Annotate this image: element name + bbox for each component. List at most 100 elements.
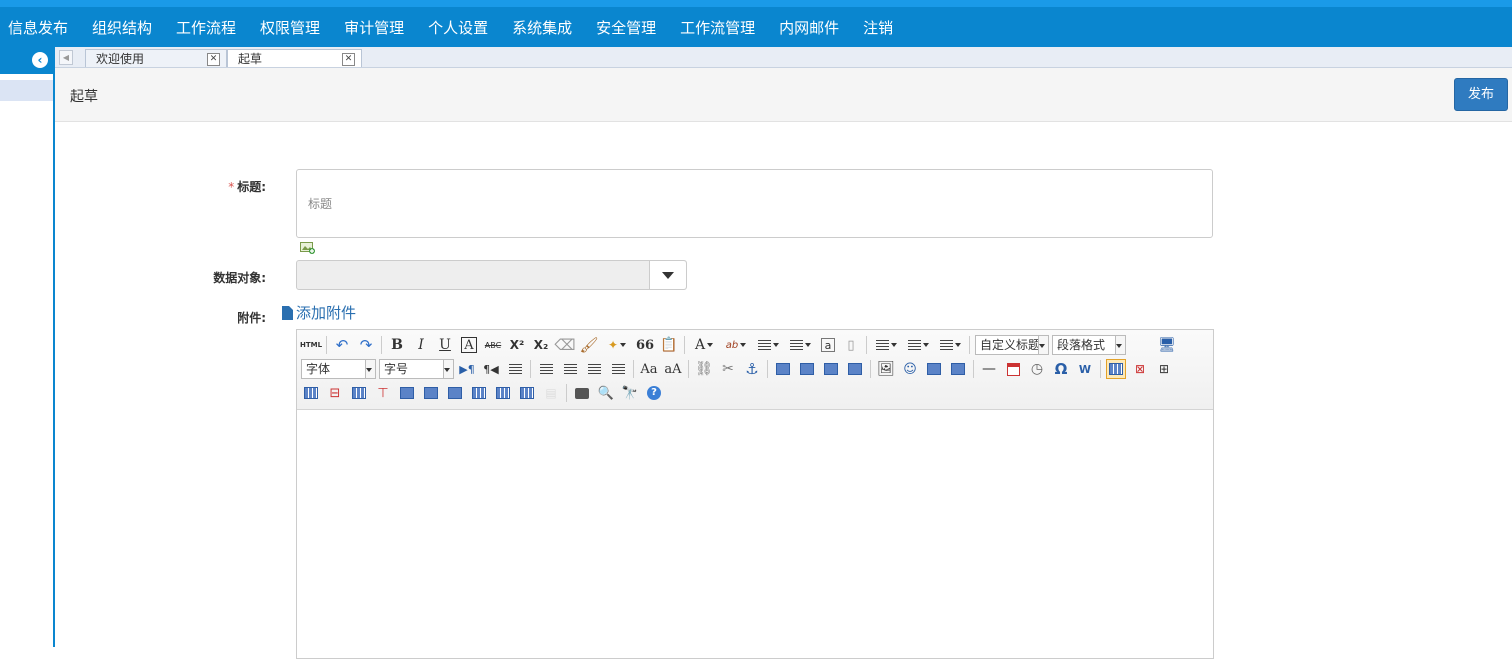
tab-scroll-left-icon[interactable]: ◀ — [59, 50, 73, 65]
font-family-select[interactable]: 字体 — [301, 359, 376, 379]
uppercase-icon[interactable]: Aa — [639, 359, 659, 379]
help-icon[interactable]: ? — [644, 383, 664, 403]
nav-item-workflow-management[interactable]: 工作流管理 — [672, 17, 763, 38]
blockquote-button[interactable]: 66 — [635, 335, 655, 355]
ordered-list-icon[interactable] — [754, 335, 782, 355]
redo-icon[interactable]: ↷ — [356, 335, 376, 355]
nav-item-audit[interactable]: 审计管理 — [336, 17, 412, 38]
text-box-icon[interactable]: a — [821, 338, 835, 352]
strikethrough-button[interactable]: ABC — [483, 335, 503, 355]
word-image-icon[interactable]: W — [1075, 359, 1095, 379]
image-float-left-icon[interactable] — [797, 359, 817, 379]
merge-right-icon[interactable] — [421, 383, 441, 403]
nav-item-intranet-mail[interactable]: 内网邮件 — [771, 17, 847, 38]
custom-title-select[interactable]: 自定义标题 — [975, 335, 1049, 355]
special-char-button[interactable]: Ω — [1051, 359, 1071, 379]
align-left-icon[interactable] — [536, 359, 556, 379]
highlight-color-icon[interactable]: ab — [722, 335, 750, 355]
link-icon[interactable]: ⛓ — [694, 359, 714, 379]
align-center-icon[interactable] — [560, 359, 580, 379]
unordered-list-icon[interactable] — [786, 335, 814, 355]
superscript-button[interactable]: X² — [507, 335, 527, 355]
toolbar-separator — [767, 360, 768, 378]
preview-icon[interactable]: 🔍 — [596, 383, 616, 403]
split-cols-icon[interactable] — [517, 383, 537, 403]
editor-content-area[interactable] — [297, 410, 1213, 658]
align-right-icon[interactable] — [584, 359, 604, 379]
paste-text-icon[interactable]: 📋 — [659, 335, 679, 355]
image-float-none-icon[interactable] — [773, 359, 793, 379]
font-size-text: 字号 — [384, 362, 409, 376]
font-color-button[interactable]: A — [690, 335, 718, 355]
tab-welcome-label: 欢迎使用 — [96, 52, 145, 66]
nav-item-info-publish[interactable]: 信息发布 — [0, 17, 76, 38]
image-float-right-icon[interactable] — [821, 359, 841, 379]
insert-table-icon[interactable] — [1106, 359, 1126, 379]
bold-button[interactable]: B — [387, 335, 407, 355]
unlink-icon[interactable]: ✂ — [718, 359, 738, 379]
insert-col-icon[interactable] — [349, 383, 369, 403]
format-brush-icon[interactable]: 🖌 — [579, 335, 599, 355]
nav-item-security[interactable]: 安全管理 — [588, 17, 664, 38]
collapse-sidebar-icon[interactable]: ‹ — [32, 52, 48, 68]
merge-cells-icon[interactable] — [397, 383, 417, 403]
add-attachment-link[interactable]: 添加附件 — [282, 302, 356, 323]
attachment-icon[interactable] — [948, 359, 968, 379]
row-spacing-bottom-icon[interactable] — [904, 335, 932, 355]
align-justify-icon[interactable] — [608, 359, 628, 379]
nav-item-workflow[interactable]: 工作流程 — [168, 17, 244, 38]
clock-icon[interactable]: ◷ — [1027, 359, 1047, 379]
split-rows-icon[interactable] — [493, 383, 513, 403]
table-properties-icon[interactable]: ⊞ — [1154, 359, 1174, 379]
indent-icon[interactable] — [505, 359, 525, 379]
fullscreen-icon[interactable]: 🖥 — [1157, 335, 1177, 355]
merge-down-icon[interactable] — [445, 383, 465, 403]
tab-draft[interactable]: 起草 ✕ — [227, 49, 362, 67]
sidebar-selected-item[interactable] — [0, 80, 53, 101]
direction-ltr-icon[interactable]: ▶¶ — [457, 359, 477, 379]
nav-item-system-integration[interactable]: 系统集成 — [504, 17, 580, 38]
insert-row-icon[interactable] — [301, 383, 321, 403]
emotion-icon[interactable]: ☺ — [900, 359, 920, 379]
subscript-button[interactable]: X₂ — [531, 335, 551, 355]
print-icon[interactable] — [572, 383, 592, 403]
direction-rtl-icon[interactable]: ¶◀ — [481, 359, 501, 379]
delete-table-icon[interactable]: ⊠ — [1130, 359, 1150, 379]
lowercase-icon[interactable]: aA — [663, 359, 683, 379]
font-border-button[interactable]: A — [461, 337, 477, 353]
dropdown-toggle[interactable] — [649, 261, 686, 289]
title-input[interactable] — [306, 196, 1190, 212]
insert-image-icon[interactable]: 🖼 — [876, 359, 896, 379]
html-source-button[interactable]: HTML — [300, 335, 322, 355]
publish-button[interactable]: 发布 — [1454, 78, 1508, 111]
page-icon[interactable]: ▯ — [841, 335, 861, 355]
data-object-select[interactable] — [296, 260, 687, 290]
undo-icon[interactable]: ↶ — [332, 335, 352, 355]
delete-col-icon[interactable]: ⊤ — [373, 383, 393, 403]
close-icon[interactable]: ✕ — [342, 53, 355, 66]
split-cells-icon[interactable] — [469, 383, 489, 403]
anchor-icon[interactable]: ⚓ — [742, 359, 762, 379]
search-replace-icon[interactable]: 🔭 — [620, 383, 640, 403]
nav-item-logout[interactable]: 注销 — [855, 17, 901, 38]
delete-row-icon[interactable]: ⊟ — [325, 383, 345, 403]
font-size-select[interactable]: 字号 — [379, 359, 454, 379]
image-center-icon[interactable] — [845, 359, 865, 379]
calendar-icon[interactable] — [1003, 359, 1023, 379]
paragraph-format-select[interactable]: 段落格式 — [1052, 335, 1126, 355]
close-icon[interactable]: ✕ — [207, 53, 220, 66]
nav-item-personal-settings[interactable]: 个人设置 — [420, 17, 496, 38]
row-spacing-top-icon[interactable] — [872, 335, 900, 355]
tab-welcome[interactable]: 欢迎使用 ✕ — [85, 49, 227, 67]
nav-item-org-structure[interactable]: 组织结构 — [84, 17, 160, 38]
insert-video-icon[interactable] — [924, 359, 944, 379]
eraser-icon[interactable]: ⌫ — [554, 335, 575, 355]
insert-image-icon[interactable] — [300, 242, 316, 254]
italic-button[interactable]: I — [411, 335, 431, 355]
underline-button[interactable]: U — [435, 335, 455, 355]
horizontal-rule-icon[interactable]: — — [979, 359, 999, 379]
line-height-icon[interactable] — [936, 335, 964, 355]
title-field[interactable] — [296, 169, 1213, 238]
nav-item-permissions[interactable]: 权限管理 — [252, 17, 328, 38]
magic-wand-icon[interactable]: ✦ — [603, 335, 631, 355]
